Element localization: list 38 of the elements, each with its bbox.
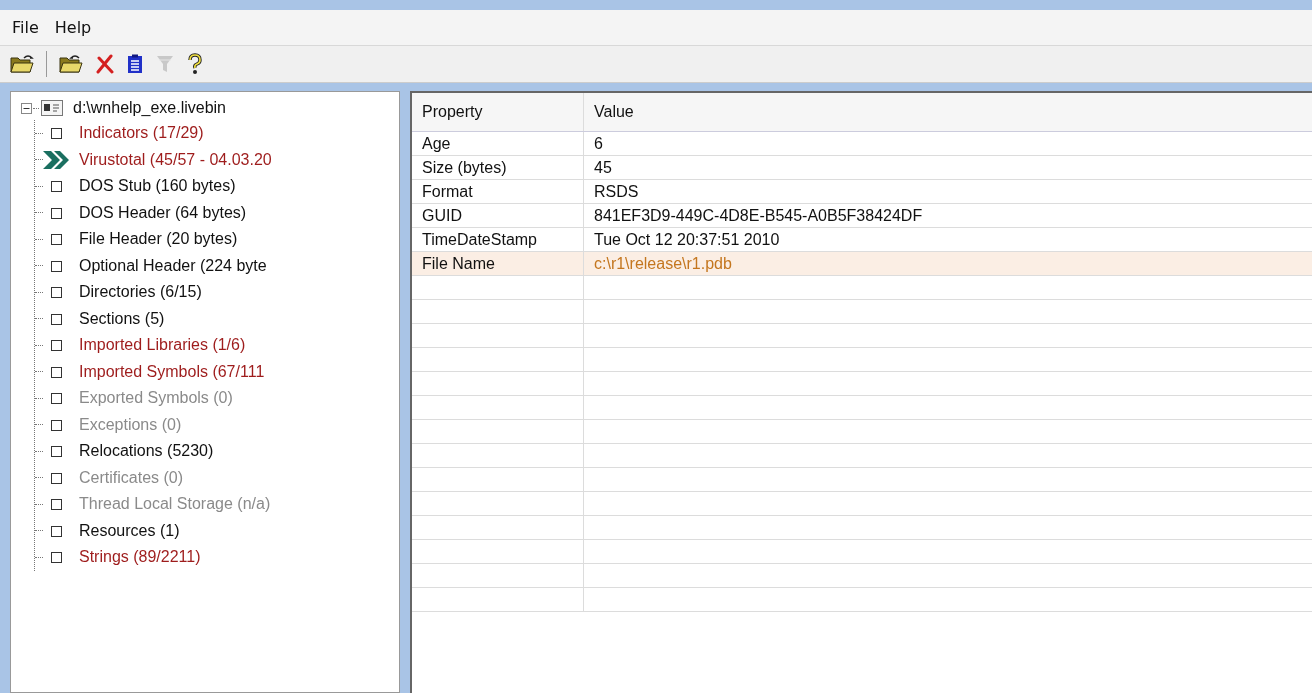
tree-item[interactable]: Optional Header (224 byte: [79, 256, 267, 275]
table-cell: Size (bytes): [412, 156, 584, 179]
tree-item[interactable]: Relocations (5230): [79, 442, 214, 461]
tree-item[interactable]: Imported Symbols (67/111: [79, 362, 265, 381]
clipboard-icon[interactable]: [127, 54, 143, 74]
table-cell-text: 45: [593, 158, 612, 177]
table-cell: TimeDateStamp: [412, 228, 584, 251]
tree-item[interactable]: Sections (5): [79, 309, 165, 328]
tree-item[interactable]: Imported Libraries (1/6): [79, 336, 246, 355]
table-cell: GUID: [412, 204, 584, 227]
folder-icon[interactable]: [59, 54, 83, 74]
table-cell: File Name: [412, 252, 584, 275]
table-cell: Format: [412, 180, 584, 203]
table-cell: Age: [412, 132, 584, 155]
tree-item[interactable]: d:\wnhelp_exe.livebin: [73, 99, 226, 117]
table-cell-text: RSDS: [593, 182, 639, 201]
tree-item[interactable]: Strings (89/2211): [79, 548, 201, 567]
collapse-icon[interactable]: [21, 102, 32, 114]
tree-item[interactable]: DOS Stub (160 bytes): [79, 177, 236, 196]
tree-item[interactable]: Resources (1): [79, 521, 180, 540]
column-header[interactable]: Property: [412, 93, 584, 131]
tree-item[interactable]: Indicators (17/29): [79, 124, 204, 143]
folder-icon[interactable]: [10, 54, 34, 74]
menu-item[interactable]: Help: [54, 18, 92, 37]
tree-item[interactable]: DOS Header (64 bytes): [79, 203, 247, 222]
chevron-icon: [43, 150, 69, 169]
table-cell-text: Tue Oct 12 20:37:51 2010: [593, 230, 780, 249]
tree-item[interactable]: Virustotal (45/57 - 04.03.20: [79, 150, 272, 169]
tree-item[interactable]: Directories (6/15): [79, 283, 202, 302]
delete-icon[interactable]: [95, 54, 115, 74]
help-icon[interactable]: [187, 53, 203, 75]
table-cell-text: c:\r1\release\r1.pdb: [593, 254, 732, 273]
menu-item[interactable]: File: [12, 18, 39, 37]
window-icon: [41, 100, 63, 116]
column-header[interactable]: Value: [584, 93, 634, 131]
tree-item[interactable]: File Header (20 bytes): [79, 230, 238, 249]
table-cell-text: 841EF3D9-449C-4D8E-B545-A0B5F38424DF: [593, 206, 923, 225]
table-cell-text: 6: [593, 134, 603, 153]
